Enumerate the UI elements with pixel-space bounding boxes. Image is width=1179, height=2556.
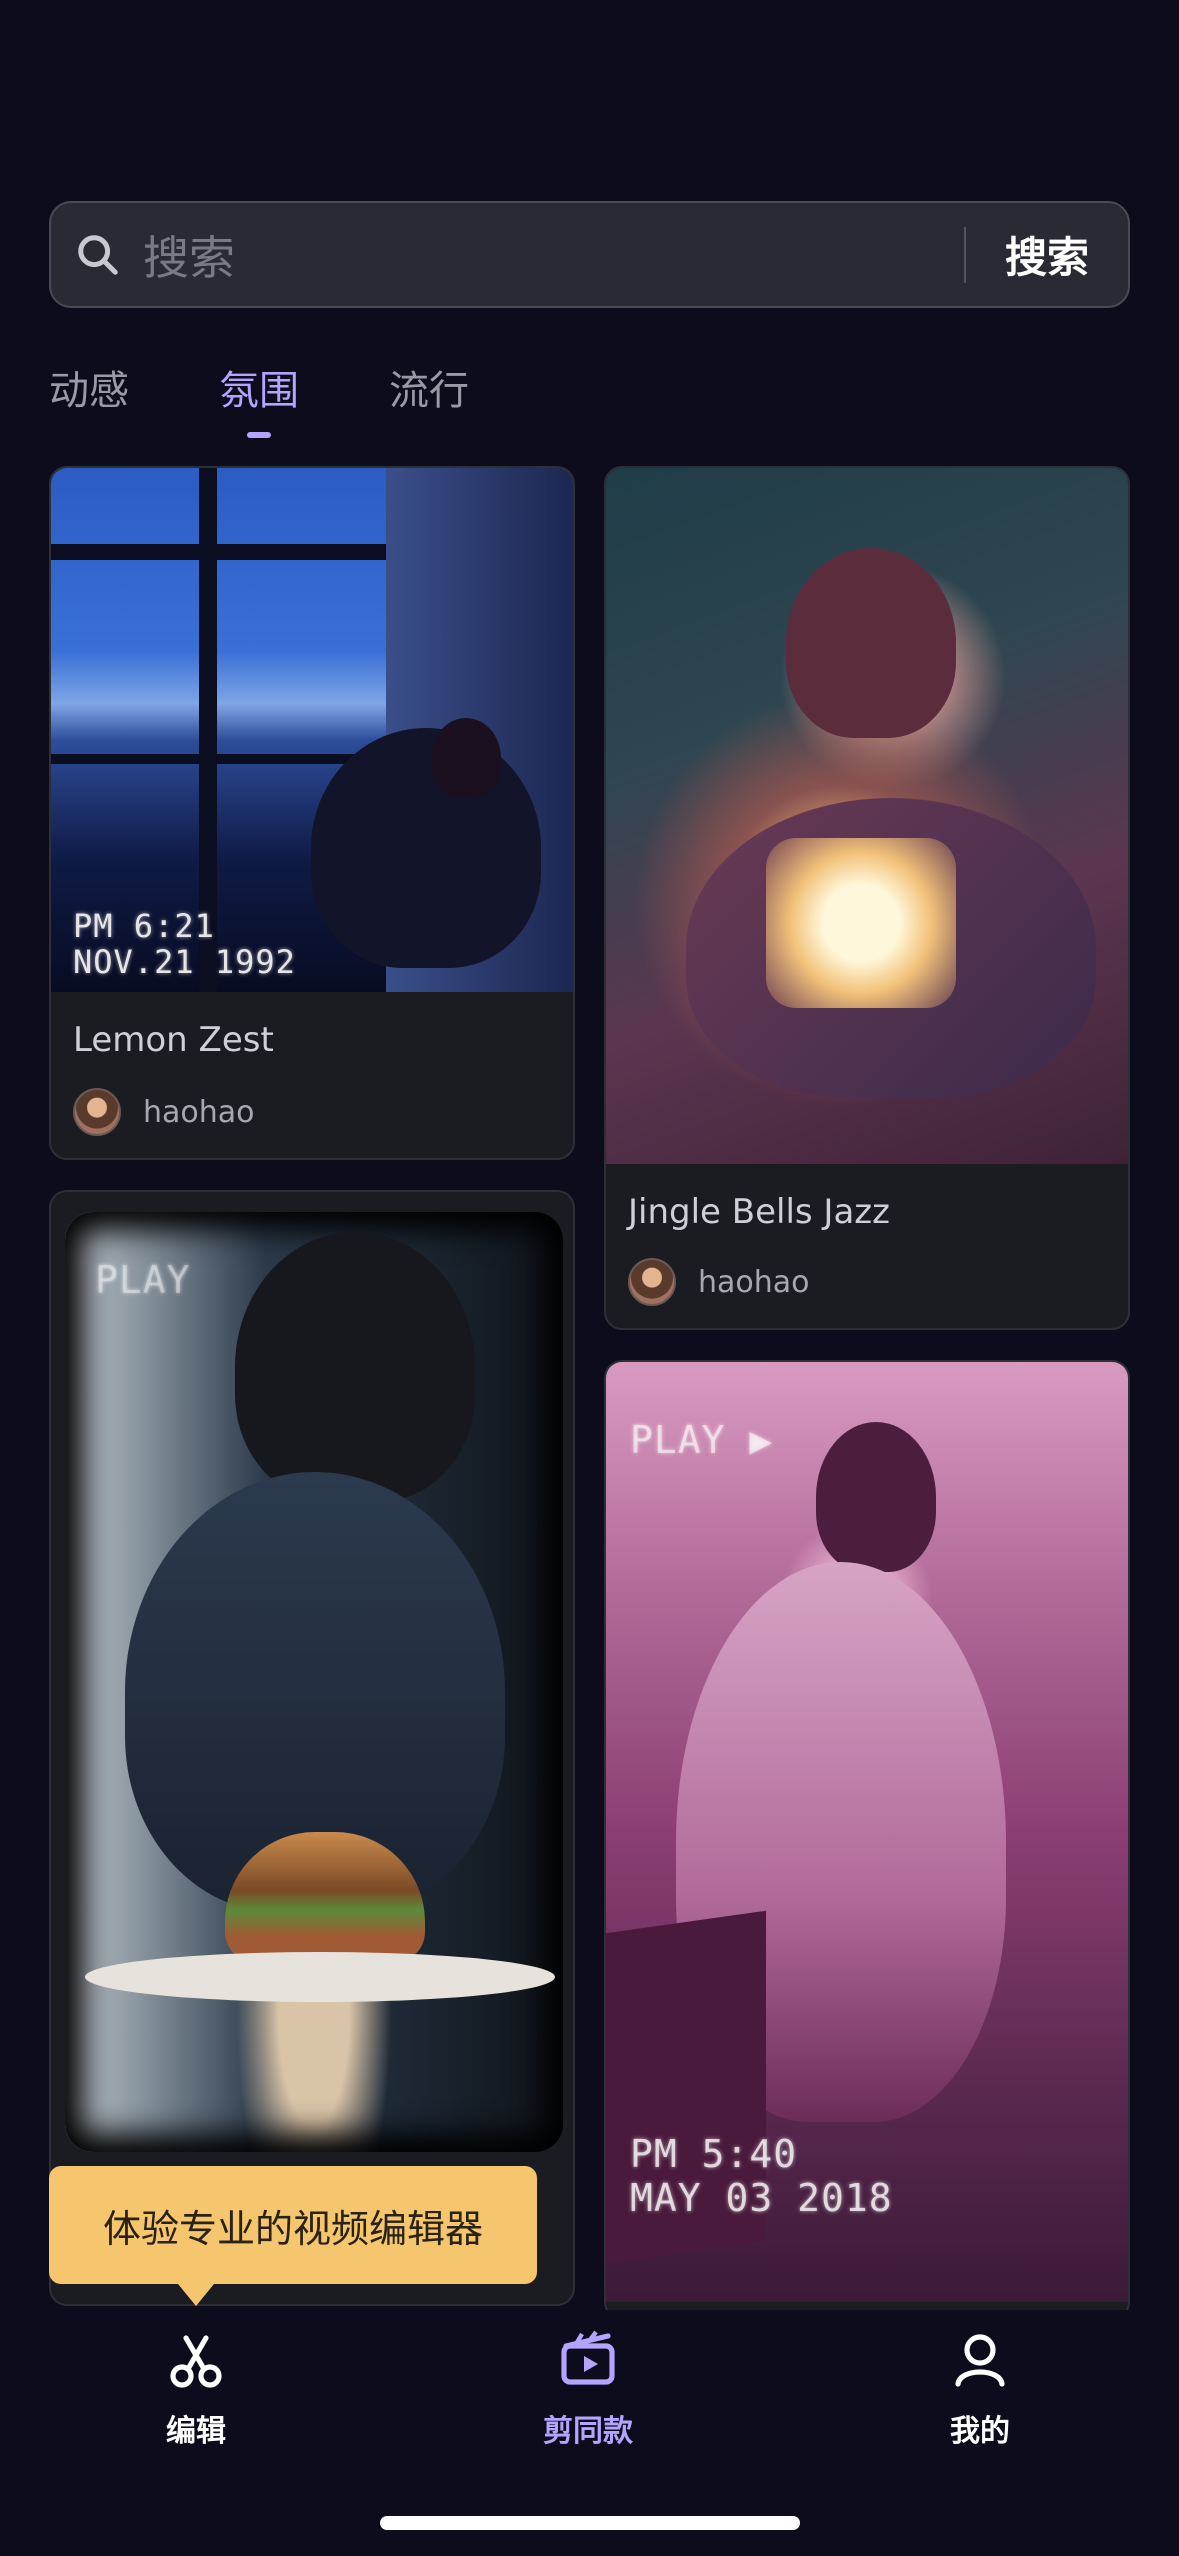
category-tabs: 动感 氛围 流行 — [49, 358, 559, 438]
home-indicator[interactable] — [380, 2516, 800, 2530]
search-bar[interactable]: 搜索 搜索 — [49, 201, 1130, 308]
template-thumbnail — [606, 468, 1128, 1164]
nav-edit[interactable]: 编辑 — [96, 2328, 296, 2450]
template-thumbnail: PLAY ▶ PM 5:40 MAY 03 2018 — [606, 1362, 1128, 2302]
template-thumbnail: PLAY — [65, 1212, 563, 2152]
stamp-date: NOV.21 1992 — [73, 943, 296, 981]
tab-liuxing[interactable]: 流行 — [389, 358, 469, 416]
template-title: Jingle Bells Jazz — [628, 1192, 890, 1232]
template-card-railway[interactable]: PLAY ▶ PM 5:40 MAY 03 2018 — [604, 1360, 1130, 2320]
template-thumbnail: PM 6:21 NOV.21 1992 — [51, 468, 573, 992]
date-stamp: PM 5:40 MAY 03 2018 — [630, 2132, 893, 2220]
nav-label: 我的 — [950, 2414, 1010, 2449]
nav-label: 编辑 — [166, 2414, 226, 2449]
stamp-date: MAY 03 2018 — [630, 2176, 893, 2220]
search-button[interactable]: 搜索 — [966, 224, 1128, 285]
author-name: haohao — [698, 1264, 810, 1300]
clapperboard-icon — [561, 2330, 615, 2385]
nav-profile[interactable]: 我的 — [880, 2328, 1080, 2450]
search-input[interactable]: 搜索 — [143, 222, 964, 288]
stamp-time: PM 5:40 — [630, 2132, 798, 2176]
template-title: Lemon Zest — [73, 1020, 274, 1060]
tab-fenwei[interactable]: 氛围 — [219, 358, 299, 438]
stamp-block: PLAY ▶ — [630, 1418, 774, 1462]
stamp-time: PM 6:21 — [73, 907, 215, 945]
tooltip-text: 体验专业的视频编辑器 — [102, 2206, 483, 2251]
search-icon — [78, 234, 118, 275]
play-stamp: PLAY ▶ — [630, 1418, 774, 1462]
template-card-jingle-bells-jazz[interactable]: Jingle Bells Jazz haohao — [604, 466, 1130, 1330]
author[interactable]: haohao — [73, 1088, 255, 1136]
avatar — [628, 1258, 676, 1306]
template-card-tea[interactable]: PLAY — [49, 1190, 575, 2306]
author-name: haohao — [143, 1094, 255, 1130]
play-stamp: PLAY — [95, 1258, 191, 1302]
nav-label: 剪同款 — [543, 2414, 633, 2449]
scissors-icon — [170, 2335, 222, 2388]
tab-active-indicator — [247, 432, 271, 438]
author[interactable]: haohao — [628, 1258, 810, 1306]
editor-tooltip[interactable]: 体验专业的视频编辑器 — [49, 2166, 537, 2284]
date-stamp: PM 6:21 NOV.21 1992 — [73, 908, 296, 980]
nav-template[interactable]: 剪同款 — [488, 2328, 688, 2450]
tab-dongan[interactable]: 动感 — [49, 358, 129, 416]
tab-fenwei-label: 氛围 — [219, 368, 299, 414]
template-card-lemon-zest[interactable]: PM 6:21 NOV.21 1992 Lemon Zest haohao — [49, 466, 575, 1160]
tooltip-arrow — [178, 2284, 214, 2306]
avatar — [73, 1088, 121, 1136]
user-icon — [955, 2334, 1005, 2387]
